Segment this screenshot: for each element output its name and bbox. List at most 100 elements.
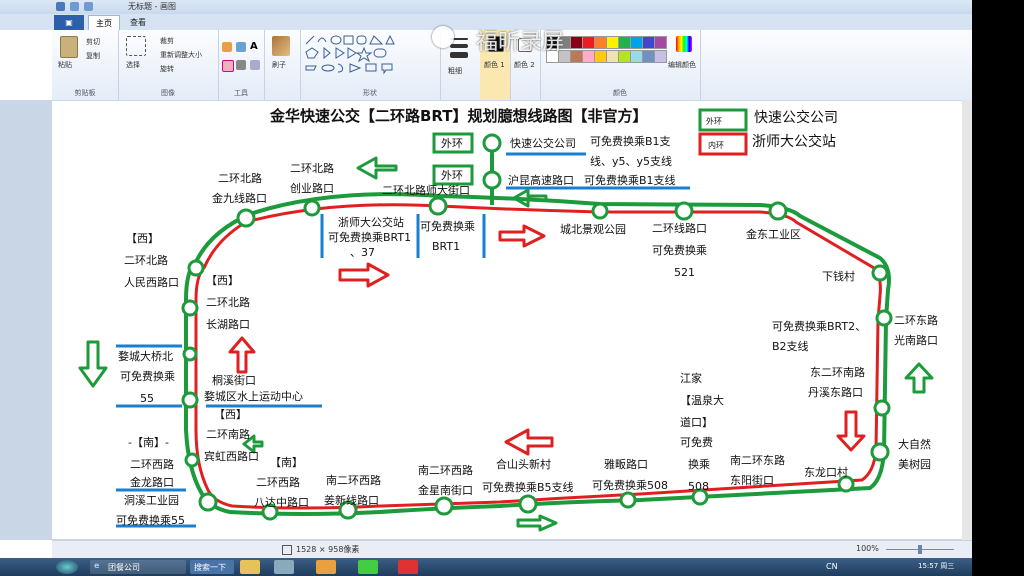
- label-jinjiu-a: 二环北路: [218, 172, 262, 185]
- image-size-text: 1528 × 958像素: [296, 545, 360, 554]
- taskbar-ie-label: 团餐公司: [108, 563, 140, 572]
- station-renmin: [187, 259, 205, 277]
- station-jinjiu: [236, 208, 256, 228]
- label-jinjiu-b: 金九线路口: [212, 192, 267, 205]
- label-shida: 二环北路师大街口: [382, 184, 470, 197]
- arrow-right-icon: [516, 514, 558, 532]
- station-guangnan: [875, 309, 893, 327]
- label-changhu-b: 长湖路口: [206, 318, 250, 331]
- label-daziran-a: 大自然: [898, 438, 931, 451]
- label-tongxi-a: 桐溪街口: [212, 374, 256, 387]
- status-bar: 1528 × 958像素 100%: [52, 540, 972, 559]
- ie-icon: e: [94, 561, 100, 570]
- station-yafan: [619, 491, 637, 509]
- label-zsd-b: 可免费换乘BRT1: [328, 231, 412, 244]
- label-xiaqian: 下钱村: [822, 270, 855, 283]
- label-xi-2: 【西】: [206, 274, 239, 287]
- taskbar-search-button[interactable]: 搜索一下: [190, 560, 234, 574]
- label-huan55: 可免费换乘55: [116, 514, 185, 527]
- taskbar: e 团餐公司 搜索一下 CN 15:57 周三: [0, 558, 1024, 576]
- media-icon[interactable]: [274, 560, 294, 574]
- label-danxi-a: 东二环南路: [810, 366, 865, 379]
- station-changhu: [181, 299, 199, 317]
- arrow-left-icon: [504, 428, 554, 456]
- station-shida: [428, 196, 448, 216]
- label-chengbei: 城北景观公园: [560, 223, 626, 236]
- station-wuqiao: [182, 346, 198, 362]
- station-jindong: [768, 201, 788, 221]
- label-yafan-b: 可免费换乘508: [592, 479, 668, 492]
- label-wuqiao-c: 55: [140, 392, 154, 405]
- zoom-text: 100%: [856, 544, 879, 553]
- label-heshantou-b: 可免费换乘B5支线: [482, 481, 574, 494]
- arrow-left-icon: [356, 156, 398, 180]
- label-brt1-b: BRT1: [432, 240, 461, 253]
- label-zsd-c: 、37: [350, 246, 375, 259]
- label-jiangjia-b: 【温泉大: [680, 394, 724, 407]
- label-jindong: 金东工业区: [746, 228, 801, 241]
- station-danxi: [873, 399, 891, 417]
- station-tongxi: [181, 391, 199, 409]
- station-jinlong: [198, 492, 218, 512]
- label-b1a: 可免费换乘B1支: [590, 135, 671, 148]
- label-yafan-a: 雅畈路口: [604, 458, 648, 471]
- arrow-down-icon: [78, 340, 108, 388]
- ime-indicator[interactable]: CN: [826, 562, 838, 571]
- station-heshantou: [518, 494, 538, 514]
- map-title: 金华快速公交【二环路BRT】规划臆想线路图【非官方】: [270, 107, 648, 125]
- label-dongxi: 洞溪工业园: [124, 494, 179, 507]
- label-brt2-b: B2支线: [772, 340, 809, 353]
- label-hukun: 沪昆高速路口: [508, 174, 574, 187]
- station-chuangye: [303, 199, 321, 217]
- label-kuaisu: 快速公交公司: [510, 137, 576, 150]
- label-heshantou-a: 合山头新村: [496, 458, 551, 471]
- station-jinxing: [434, 496, 454, 516]
- sogou-icon[interactable]: [398, 560, 418, 574]
- label-chuangye-a: 二环北路: [290, 162, 334, 175]
- label-dongyang-a: 南二环东路: [730, 454, 785, 467]
- clock[interactable]: 15:57 周三: [918, 561, 954, 571]
- arrow-right-icon: [338, 262, 390, 288]
- arrow-up-icon: [228, 336, 256, 374]
- explorer-icon[interactable]: [240, 560, 260, 574]
- image-size-icon: [282, 545, 292, 555]
- taskbar-ie-button[interactable]: e 团餐公司: [90, 560, 186, 574]
- arrow-up-icon: [904, 362, 934, 394]
- label-binhong-a: 二环南路: [206, 428, 250, 441]
- zoom-slider-thumb[interactable]: [918, 545, 922, 554]
- label-bada-b: 八达中路口: [254, 496, 309, 509]
- label-xi-3: 【西】: [214, 408, 247, 421]
- taskbar-search-label: 搜索一下: [194, 563, 226, 572]
- label-jiangxin-a: 南二环西路: [326, 474, 381, 487]
- label-brt2-a: 可免费换乘BRT2、: [772, 320, 867, 333]
- label-b1b: 线、y5、y5支线: [590, 155, 673, 168]
- label-wuqiao-a: 婺城大桥北: [118, 350, 173, 363]
- label-zsd-a: 浙师大公交站: [338, 216, 404, 229]
- legend-outer-box-label: 外环: [706, 117, 722, 126]
- label-dongyang-b: 东阳街口: [730, 474, 774, 487]
- station-hukun: [482, 170, 502, 190]
- station-erhuanxian: [674, 201, 694, 221]
- label-chuangye-b: 创业路口: [290, 182, 334, 195]
- label-jiangjia-a: 江家: [680, 372, 702, 385]
- label-changhu-a: 二环北路: [206, 296, 250, 309]
- start-button-icon[interactable]: [56, 560, 78, 574]
- label-wuqiao-b: 可免费换乘: [120, 370, 175, 383]
- label-daziran-b: 美树园: [898, 458, 931, 471]
- browser-icon[interactable]: [316, 560, 336, 574]
- label-erhuanxian-c: 521: [674, 266, 695, 279]
- arrow-right-icon: [498, 224, 546, 248]
- label-danxi-b: 丹溪东路口: [808, 386, 863, 399]
- label-binhong-b: 宾虹西路口: [204, 450, 259, 463]
- label-hukun-b1: 可免费换乘B1支线: [584, 174, 676, 187]
- app-icon[interactable]: [358, 560, 378, 574]
- legend-inner-box-label: 内环: [708, 141, 724, 150]
- label-jiangxin-b: 姜新线路口: [324, 494, 379, 507]
- legend-inner-label: 浙师大公交站: [752, 134, 836, 150]
- label-jiangjia-e: 换乘: [688, 458, 710, 471]
- label-nan-2: 【南】: [270, 456, 303, 469]
- label-jiangjia-d: 可免费: [680, 436, 713, 449]
- station-chengbei: [591, 202, 609, 220]
- station-donglong: [837, 475, 855, 493]
- label-donglong: 东龙口村: [804, 466, 848, 479]
